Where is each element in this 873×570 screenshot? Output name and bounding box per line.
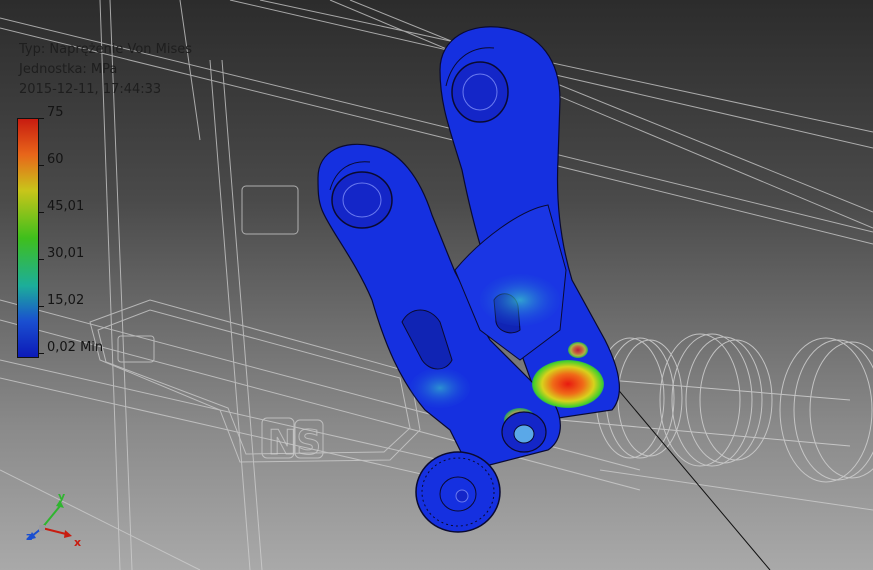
- legend-tick-mark: [38, 306, 44, 307]
- result-timestamp: 2015-12-11, 17:44:33: [19, 82, 162, 97]
- legend-tick-label-min: 0,02 Min: [47, 340, 104, 355]
- fea-viewport[interactable]: NS Typ: Naprężenie Von Mises Jednostka: …: [0, 0, 873, 570]
- legend-tick-mark: [38, 259, 44, 260]
- ghost-logo-text: NS: [268, 423, 321, 463]
- x-axis-label: x: [74, 536, 82, 549]
- y-axis-label: y: [58, 490, 66, 503]
- legend-tick-label: 15,02: [47, 293, 85, 308]
- legend-tick-mark: [38, 212, 44, 213]
- stress-hotspot[interactable]: [532, 360, 604, 408]
- axis-triad[interactable]: y x z: [22, 490, 86, 552]
- result-type-label: Typ: Naprężenie Von Mises: [19, 42, 193, 57]
- legend-tick-mark: [38, 118, 44, 119]
- legend-tick-label: 60: [47, 152, 64, 167]
- legend-tick-mark: [38, 353, 44, 354]
- legend-tick-mark: [38, 165, 44, 166]
- z-axis-label: z: [26, 530, 33, 543]
- result-unit-label: Jednostka: MPa: [19, 62, 118, 77]
- stress-color-legend: [17, 118, 39, 358]
- legend-tick-label: 30,01: [47, 246, 85, 261]
- legend-tick-label: 75: [47, 105, 64, 120]
- legend-tick-label: 45,01: [47, 199, 85, 214]
